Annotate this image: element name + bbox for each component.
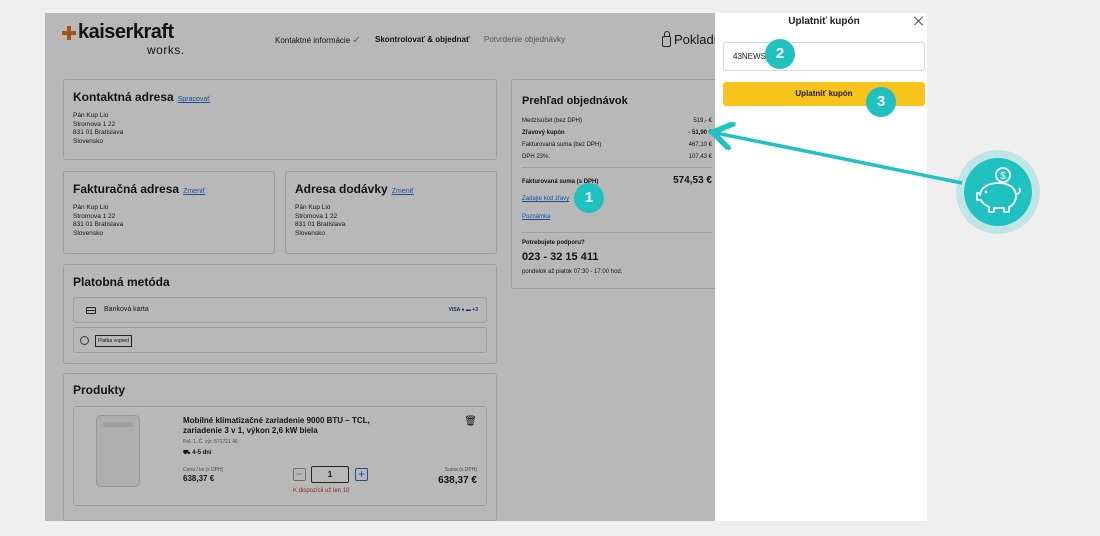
step-badge-1: 1 bbox=[574, 183, 604, 213]
piggy-bank-icon: $ bbox=[964, 158, 1032, 226]
annotation-arrow bbox=[0, 0, 963, 185]
step-badge-3: 3 bbox=[866, 87, 896, 117]
piggy-bank-badge: $ bbox=[956, 150, 1040, 234]
svg-text:$: $ bbox=[1000, 171, 1006, 182]
step-badge-2: 2 bbox=[765, 39, 795, 69]
